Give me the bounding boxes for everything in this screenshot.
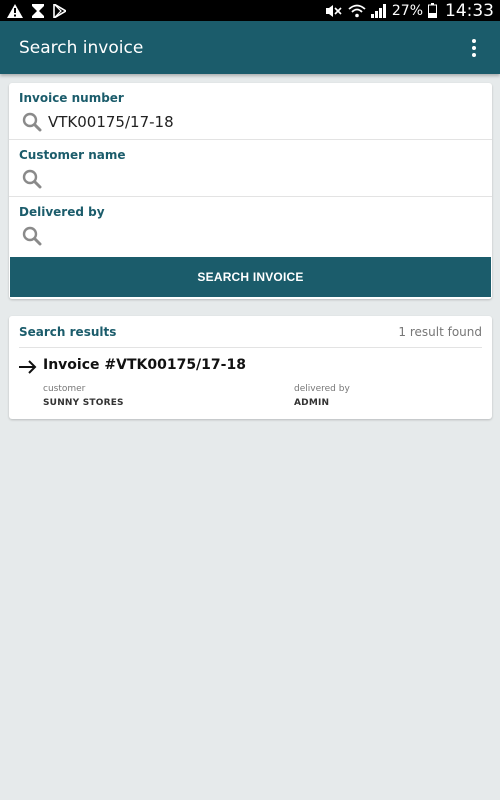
- battery-icon: [428, 3, 437, 18]
- customer-name-input[interactable]: [48, 170, 448, 188]
- delivered-by-label: Delivered by: [19, 205, 105, 219]
- list-item[interactable]: Invoice #VTK00175/17-18 customer SUNNY S…: [9, 349, 492, 415]
- arrow-right-icon: [19, 360, 37, 374]
- battery-percent: 27%: [391, 2, 423, 19]
- status-clock: 14:33: [445, 0, 494, 21]
- signal-icon: [370, 3, 387, 18]
- play-store-icon: [53, 3, 66, 18]
- invoice-number-input[interactable]: [48, 113, 448, 131]
- invoice-number-field: Invoice number: [9, 83, 492, 140]
- delivered-by-value: ADMIN: [294, 398, 330, 408]
- results-title: Search results: [19, 324, 117, 339]
- status-bar: 27% 14:33: [0, 0, 500, 21]
- invoice-number-label: Invoice number: [19, 91, 124, 105]
- search-form-card: Invoice number Customer name Delivered b…: [9, 83, 492, 299]
- more-vert-icon[interactable]: [465, 33, 483, 63]
- delivered-by-label: delivered by: [294, 384, 350, 394]
- delivered-by-input[interactable]: [48, 227, 448, 245]
- customer-label: customer: [43, 384, 86, 394]
- invoice-title: Invoice #VTK00175/17-18: [43, 357, 246, 373]
- results-header: Search results 1 result found: [19, 316, 482, 348]
- search-results-card: Search results 1 result found Invoice #V…: [9, 316, 492, 419]
- delivered-by-field: Delivered by: [9, 197, 492, 255]
- search-icon: [22, 112, 42, 132]
- customer-name-field: Customer name: [9, 140, 492, 197]
- hourglass-icon: [32, 3, 44, 18]
- app-bar: Search invoice: [0, 21, 500, 74]
- search-invoice-button[interactable]: SEARCH INVOICE: [10, 257, 491, 297]
- status-right-icons: 27% 14:33: [325, 1, 494, 21]
- results-count: 1 result found: [398, 324, 482, 339]
- mute-icon: [325, 4, 343, 18]
- customer-value: SUNNY STORES: [43, 398, 124, 408]
- page-title: Search invoice: [19, 37, 144, 58]
- status-left-icons: [7, 3, 66, 18]
- customer-name-label: Customer name: [19, 148, 126, 162]
- search-icon: [22, 169, 42, 189]
- search-icon: [22, 226, 42, 246]
- wifi-icon: [348, 4, 366, 18]
- warning-icon: [7, 3, 23, 18]
